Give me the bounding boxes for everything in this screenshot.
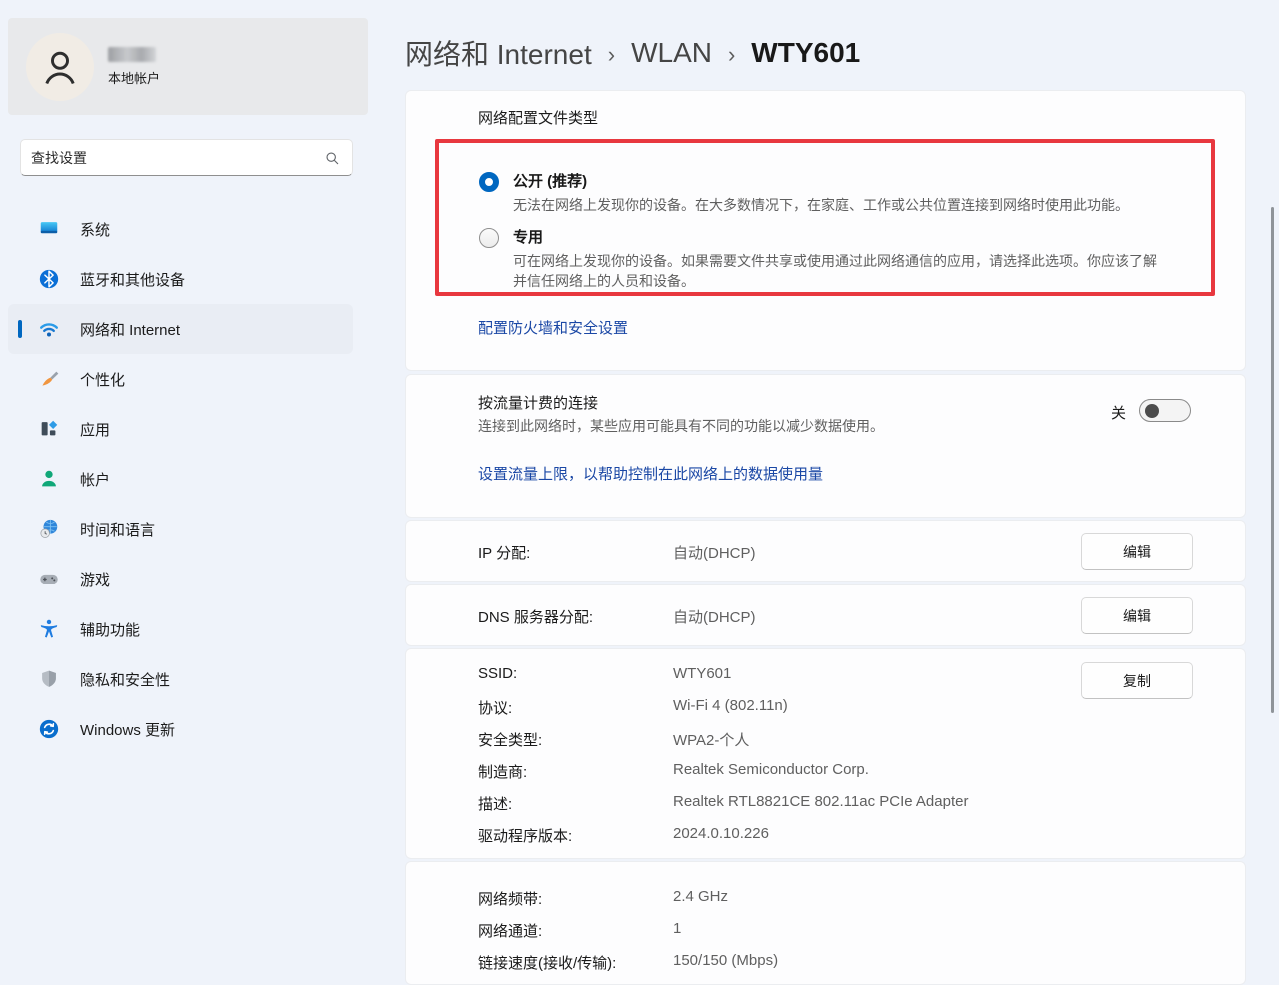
sidebar-item-label: 时间和语言 — [80, 519, 155, 540]
sidebar-item-accessibility[interactable]: 辅助功能 — [8, 604, 353, 654]
security-type-value: WPA2-个人 — [673, 729, 749, 750]
sidebar-item-label: 应用 — [80, 419, 110, 440]
search-input[interactable] — [21, 150, 324, 166]
accounts-icon — [38, 468, 60, 490]
network-profile-card: 网络配置文件类型 公开 (推荐) 无法在网络上发现你的设备。在大多数情况下，在家… — [405, 90, 1246, 371]
metered-connection-card: 按流量计费的连接 连接到此网络时，某些应用可能具有不同的功能以减少数据使用。 关… — [405, 374, 1246, 518]
toggle-state-label: 关 — [1111, 402, 1126, 423]
chevron-right-icon: › — [728, 39, 735, 68]
radio-public[interactable] — [479, 172, 499, 192]
sidebar-item-personalization[interactable]: 个性化 — [8, 354, 353, 404]
ssid-value: WTY601 — [673, 665, 731, 682]
manufacturer-value: Realtek Semiconductor Corp. — [673, 761, 869, 778]
system-icon — [38, 218, 60, 240]
sidebar-item-time-language[interactable]: 时间和语言 — [8, 504, 353, 554]
time-language-icon — [38, 518, 60, 540]
metered-title: 按流量计费的连接 — [478, 392, 598, 413]
manufacturer-label: 制造商: — [478, 761, 527, 782]
metered-description: 连接到此网络时，某些应用可能具有不同的功能以减少数据使用。 — [478, 416, 1130, 436]
sidebar-item-label: 帐户 — [80, 469, 110, 490]
driver-version-label: 驱动程序版本: — [478, 825, 572, 846]
radio-public-description: 无法在网络上发现你的设备。在大多数情况下，在家庭、工作或公共位置连接到网络时使用… — [513, 195, 1165, 215]
radio-private-label[interactable]: 专用 — [513, 227, 543, 249]
chevron-right-icon: › — [608, 39, 615, 68]
ip-assignment-card: IP 分配: 自动(DHCP) 编辑 — [405, 520, 1246, 582]
ip-label: IP 分配: — [478, 542, 530, 563]
user-name-redacted — [108, 47, 156, 62]
sidebar-item-label: 隐私和安全性 — [80, 669, 170, 690]
personalization-icon — [38, 368, 60, 390]
breadcrumb: 网络和 Internet › WLAN › WTY601 — [405, 33, 860, 73]
driver-version-value: 2024.0.10.226 — [673, 825, 769, 842]
sidebar-item-label: 蓝牙和其他设备 — [80, 269, 185, 290]
sidebar-item-accounts[interactable]: 帐户 — [8, 454, 353, 504]
link-speed-value: 150/150 (Mbps) — [673, 952, 778, 969]
sidebar-item-gaming[interactable]: 游戏 — [8, 554, 353, 604]
sidebar-item-network-internet[interactable]: 网络和 Internet — [8, 304, 353, 354]
sidebar-item-label: Windows 更新 — [80, 719, 175, 740]
breadcrumb-current-page: WTY601 — [751, 37, 860, 69]
radio-private-description: 可在网络上发现你的设备。如果需要文件共享或使用通过此网络通信的应用，请选择此选项… — [513, 251, 1165, 291]
data-limit-link[interactable]: 设置流量上限，以帮助控制在此网络上的数据使用量 — [478, 463, 823, 484]
profile-type-title: 网络配置文件类型 — [478, 107, 598, 128]
breadcrumb-network-internet[interactable]: 网络和 Internet — [405, 33, 592, 73]
channel-value: 1 — [673, 920, 681, 937]
avatar — [26, 33, 94, 101]
toggle-knob — [1145, 404, 1159, 418]
band-label: 网络频带: — [478, 888, 542, 909]
network-icon — [38, 318, 60, 340]
ip-value: 自动(DHCP) — [673, 542, 756, 563]
windows-update-icon — [38, 718, 60, 740]
edit-dns-button[interactable]: 编辑 — [1081, 597, 1193, 634]
description-value: Realtek RTL8821CE 802.11ac PCIe Adapter — [673, 793, 968, 810]
breadcrumb-wlan[interactable]: WLAN — [631, 37, 712, 69]
dns-assignment-card: DNS 服务器分配: 自动(DHCP) 编辑 — [405, 584, 1246, 646]
protocol-value: Wi-Fi 4 (802.11n) — [673, 697, 788, 714]
privacy-icon — [38, 668, 60, 690]
sidebar-item-label: 网络和 Internet — [80, 319, 180, 340]
sidebar-item-system[interactable]: 系统 — [8, 204, 353, 254]
edit-ip-button[interactable]: 编辑 — [1081, 533, 1193, 570]
security-type-label: 安全类型: — [478, 729, 542, 750]
search-icon — [324, 150, 340, 166]
ssid-label: SSID: — [478, 665, 517, 682]
network-band-card: 网络频带: 2.4 GHz 网络通道: 1 链接速度(接收/传输): 150/1… — [405, 861, 1246, 985]
adapter-properties-card: SSID: WTY601 协议: Wi-Fi 4 (802.11n) 安全类型:… — [405, 648, 1246, 859]
scrollbar-thumb[interactable] — [1271, 207, 1274, 713]
description-label: 描述: — [478, 793, 512, 814]
channel-label: 网络通道: — [478, 920, 542, 941]
user-meta: 本地帐户 — [108, 47, 160, 87]
selected-indicator — [18, 320, 22, 338]
protocol-label: 协议: — [478, 697, 512, 718]
accessibility-icon — [38, 618, 60, 640]
person-icon — [38, 45, 82, 89]
copy-button[interactable]: 复制 — [1081, 662, 1193, 699]
gaming-icon — [38, 568, 60, 590]
sidebar-item-label: 个性化 — [80, 369, 125, 390]
radio-public-label[interactable]: 公开 (推荐) — [513, 171, 587, 193]
link-speed-label: 链接速度(接收/传输): — [478, 952, 616, 973]
bluetooth-icon — [38, 268, 60, 290]
search-box[interactable] — [20, 139, 353, 176]
sidebar-item-label: 系统 — [80, 219, 110, 240]
sidebar-item-windows-update[interactable]: Windows 更新 — [8, 704, 353, 754]
sidebar-item-bluetooth-devices[interactable]: 蓝牙和其他设备 — [8, 254, 353, 304]
apps-icon — [38, 418, 60, 440]
sidebar-item-label: 游戏 — [80, 569, 110, 590]
sidebar-item-label: 辅助功能 — [80, 619, 140, 640]
dns-label: DNS 服务器分配: — [478, 606, 593, 627]
band-value: 2.4 GHz — [673, 888, 728, 905]
account-type-label: 本地帐户 — [108, 68, 160, 87]
sidebar-item-privacy-security[interactable]: 隐私和安全性 — [8, 654, 353, 704]
firewall-settings-link[interactable]: 配置防火墙和安全设置 — [478, 317, 628, 338]
user-account[interactable]: 本地帐户 — [8, 18, 368, 115]
dns-value: 自动(DHCP) — [673, 606, 756, 627]
metered-toggle[interactable] — [1139, 399, 1191, 422]
sidebar-item-apps[interactable]: 应用 — [8, 404, 353, 454]
radio-private[interactable] — [479, 228, 499, 248]
